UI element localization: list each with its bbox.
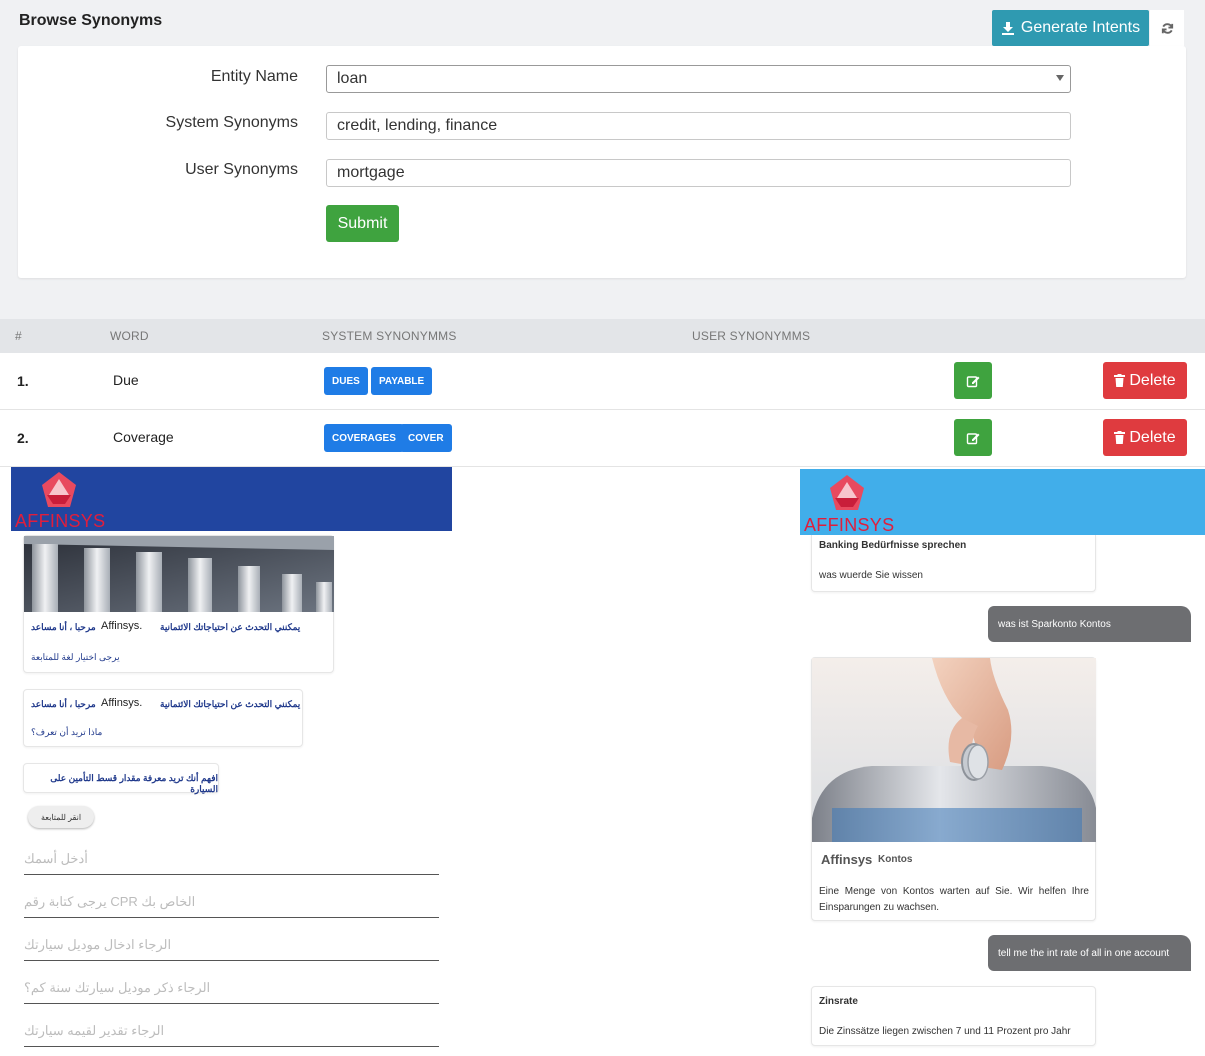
arabic-message-text: ماذا تريد أن تعرف؟ xyxy=(31,727,103,737)
edit-icon xyxy=(966,432,980,444)
system-synonyms-value: credit, lending, finance xyxy=(337,117,498,134)
trash-icon xyxy=(1114,431,1126,444)
arabic-message-text: مرحبا ، أنا مساعد xyxy=(31,622,96,632)
german-chat-header: AFFINSYS xyxy=(800,469,1205,535)
edit-button[interactable] xyxy=(954,362,992,399)
affinsys-logo-icon xyxy=(830,475,864,510)
synonym-chip[interactable]: COVER xyxy=(400,424,452,452)
affinsys-logo-text: AFFINSYS xyxy=(804,515,895,535)
page-title: Browse Synonyms xyxy=(19,12,163,29)
synonym-chip[interactable]: DUES xyxy=(324,367,368,395)
arabic-welcome-card: يمكنني التحدث عن احتياجاتك الائتمانية Af… xyxy=(23,535,334,673)
table-header: # WORD SYSTEM SYNONYMMS USER SYNONYMMS xyxy=(0,319,1205,353)
generate-intents-button[interactable]: Generate Intents xyxy=(992,10,1149,46)
german-card-text: was wuerde Sie wissen xyxy=(819,570,923,581)
car-year-input[interactable]: الرجاء ذكر موديل سيارتك سنة كم؟ xyxy=(24,976,439,1004)
user-synonyms-input[interactable]: mortgage xyxy=(326,159,1071,187)
arabic-message-text: يمكنني التحدث عن احتياجاتك الائتمانية xyxy=(160,622,301,632)
arabic-message-text: مرحبا ، أنا مساعد xyxy=(31,699,96,709)
user-synonyms-label: User Synonyms xyxy=(185,161,298,178)
header-number: # xyxy=(15,329,22,343)
header-user-synonyms: USER SYNONYMMS xyxy=(692,329,811,343)
name-input[interactable]: أدخل أسمك xyxy=(24,847,439,875)
system-synonyms-input[interactable]: credit, lending, finance xyxy=(326,112,1071,140)
chevron-down-icon xyxy=(1056,75,1064,81)
table-row: 2. Coverage COVERAGES COVER Delete xyxy=(0,410,1205,467)
brand-name: Affinsys. xyxy=(101,620,143,632)
row-word: Coverage xyxy=(113,429,174,445)
row-number: 2. xyxy=(17,430,29,446)
delete-label: Delete xyxy=(1129,428,1176,446)
user-message-bubble: was ist Sparkonto Kontos xyxy=(988,606,1191,642)
german-card-text: Die Zinssätze liegen zwischen 7 und 11 P… xyxy=(819,1026,1071,1037)
browse-synonyms-panel: Browse Synonyms Generate Intents Entity … xyxy=(0,0,1205,467)
arabic-chat-header: AFFINSYS xyxy=(11,467,452,531)
german-interest-card: Zinsrate Die Zinssätze liegen zwischen 7… xyxy=(811,986,1096,1046)
cpr-input[interactable]: الخاص بك CPR يرجى كتابة رقم xyxy=(24,890,439,918)
coins-hand-image xyxy=(812,658,1096,842)
table-row: 1. Due DUES PAYABLE Delete xyxy=(0,353,1205,410)
trash-icon xyxy=(1114,374,1126,387)
arabic-message-text: يرجى اختيار لغة للمتابعة xyxy=(31,652,120,662)
edit-button[interactable] xyxy=(954,419,992,456)
affinsys-logo-text: AFFINSYS xyxy=(15,511,106,531)
delete-button[interactable]: Delete xyxy=(1103,362,1187,399)
submit-button[interactable]: Submit xyxy=(326,205,399,242)
entity-name-label: Entity Name xyxy=(210,68,298,85)
screenshot-collage: Browse Synonyms Generate Intents Entity … xyxy=(0,0,1205,1056)
german-welcome-card: Banking Bedürfnisse sprechen was wuerde … xyxy=(811,535,1096,592)
entity-name-select[interactable]: loan xyxy=(326,65,1071,93)
delete-label: Delete xyxy=(1129,371,1176,389)
brand-name: Affinsys xyxy=(821,852,873,867)
refresh-icon xyxy=(1161,22,1173,34)
row-word: Due xyxy=(113,372,139,388)
car-model-input[interactable]: الرجاء ادخال موديل سيارتك xyxy=(24,933,439,961)
user-message-bubble: tell me the int rate of all in one accou… xyxy=(988,935,1191,971)
header-system-synonyms: SYSTEM SYNONYMMS xyxy=(322,329,457,343)
german-card-text: Eine Menge von Kontos warten auf Sie. Wi… xyxy=(819,886,1089,913)
arabic-insurance-card: افهم أنك تريد معرفة مقدار قسط التأمين عل… xyxy=(23,763,219,794)
entity-name-value: loan xyxy=(337,70,368,87)
car-value-input[interactable]: الرجاء تقدير لقيمه سيارتك xyxy=(24,1019,439,1047)
synonym-chip[interactable]: PAYABLE xyxy=(371,367,433,395)
edit-icon xyxy=(966,375,980,387)
german-kontos-card: Affinsys Kontos Eine Menge von Kontos wa… xyxy=(811,657,1096,921)
german-card-title: Banking Bedürfnisse sprechen xyxy=(819,540,967,551)
generate-intents-label: Generate Intents xyxy=(1020,19,1141,36)
building-columns-image xyxy=(24,536,334,612)
arabic-message-text: افهم أنك تريد معرفة مقدار قسط التأمين عل… xyxy=(50,773,218,794)
user-synonyms-value: mortgage xyxy=(337,164,405,181)
download-icon xyxy=(1001,22,1014,35)
german-card-title: Zinsrate xyxy=(819,996,858,1007)
synonym-chip[interactable]: COVERAGES xyxy=(324,424,404,452)
arabic-message-text: يمكنني التحدث عن احتياجاتك الائتمانية xyxy=(160,699,301,709)
header-word: WORD xyxy=(110,329,149,343)
arabic-greeting-card: يمكنني التحدث عن احتياجاتك الائتمانية Af… xyxy=(23,689,303,747)
synonym-form: Entity Name loan System Synonyms credit,… xyxy=(18,46,1186,278)
row-number: 1. xyxy=(17,373,29,389)
german-card-subtitle: Kontos xyxy=(878,854,913,865)
brand-name: Affinsys. xyxy=(101,697,143,709)
continue-button[interactable]: انقر للمتابعة xyxy=(28,806,94,828)
refresh-button[interactable] xyxy=(1150,10,1184,46)
system-synonyms-label: System Synonyms xyxy=(165,114,298,131)
delete-button[interactable]: Delete xyxy=(1103,419,1187,456)
affinsys-logo-icon xyxy=(42,472,76,507)
